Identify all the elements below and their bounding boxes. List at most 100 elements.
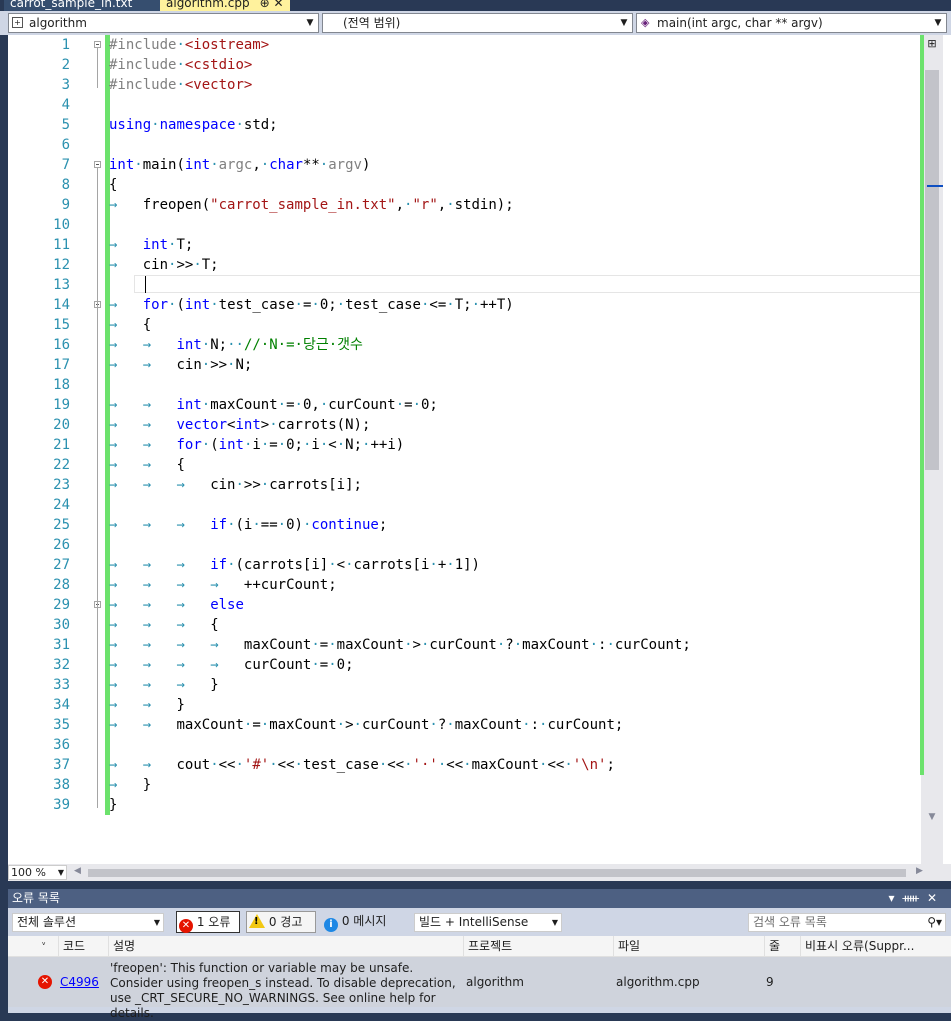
code-line[interactable]: → → → cin·>>·carrots[i];: [109, 475, 362, 495]
line-number: 7: [61, 157, 70, 173]
code-line[interactable]: → → {: [109, 455, 185, 475]
code-line[interactable]: → freopen("carrot_sample_in.txt",·"r",·s…: [109, 195, 514, 215]
line-number: 31: [53, 637, 70, 653]
line-number: 9: [61, 197, 70, 213]
build-filter-value: 빌드 + IntelliSense: [419, 915, 529, 929]
code-line[interactable]: → → maxCount·=·maxCount·>·curCount·?·max…: [109, 715, 623, 735]
line-number-gutter: 1 2 3 4 5 6 7 8 9 10 11 12 13 14 15 16 17 18 19 20 21 22 23 24 2…: [8, 35, 78, 864]
error-list-title: 오류 목록: [12, 891, 60, 905]
tab-carrot-sample-in[interactable]: carrot_sample_in.txt: [4, 0, 162, 11]
scroll-left-icon[interactable]: ◀: [74, 866, 81, 876]
code-line[interactable]: → → → else: [109, 595, 244, 615]
code-line[interactable]: → → for·(int·i·=·0;·i·<·N;·++i): [109, 435, 404, 455]
line-number: 25: [53, 517, 70, 533]
outline-region-line: [97, 608, 98, 688]
line-number: 14: [53, 297, 70, 313]
scroll-down-icon[interactable]: ▼: [924, 812, 940, 826]
error-icon: ✕: [38, 975, 52, 989]
column-label: 프로젝트: [468, 939, 513, 953]
column-file[interactable]: 파일: [613, 936, 768, 956]
code-line[interactable]: → → vector<int>·carrots(N);: [109, 415, 370, 435]
code-line[interactable]: using·namespace·std;: [109, 115, 278, 135]
code-line[interactable]: → → → if·(carrots[i]·<·carrots[i·+·1]): [109, 555, 480, 575]
line-number: 30: [53, 617, 70, 633]
code-line[interactable]: → int·T;: [109, 235, 193, 255]
code-line[interactable]: #include·<vector>: [109, 75, 252, 95]
scope-dropdown-value: (전역 범위): [343, 16, 401, 30]
code-line[interactable]: {: [109, 175, 117, 195]
code-line[interactable]: → → int·maxCount·=·0,·curCount·=·0;: [109, 395, 438, 415]
line-number: 39: [53, 797, 70, 813]
code-line[interactable]: → → cin·>>·N;: [109, 355, 252, 375]
column-code[interactable]: 코드: [58, 936, 109, 956]
error-search-input[interactable]: 검색 오류 목록 ⚲▾: [748, 913, 946, 932]
line-number: 18: [53, 377, 70, 393]
outline-region-line: [97, 308, 98, 788]
document-tabs: carrot_sample_in.txt algorithm.cpp ⊕ ✕: [0, 0, 951, 11]
scope-filter-dropdown[interactable]: 전체 솔루션 ▼: [12, 913, 164, 932]
code-line[interactable]: → → → → maxCount·=·maxCount·>·curCount·?…: [109, 635, 691, 655]
error-description: 'freopen': This function or variable may…: [110, 961, 456, 1020]
method-icon: ◈: [641, 16, 650, 29]
error-code-link[interactable]: C4996: [60, 975, 99, 989]
warnings-filter-button[interactable]: ! 0 경고: [246, 911, 316, 933]
build-filter-dropdown[interactable]: 빌드 + IntelliSense ▼: [414, 913, 562, 932]
collapse-region-icon[interactable]: [94, 41, 101, 48]
code-line[interactable]: int·main(int·argc,·char**·argv): [109, 155, 370, 175]
code-line[interactable]: }: [109, 795, 117, 815]
chevron-down-icon: ▼: [306, 18, 314, 28]
info-icon: i: [324, 918, 338, 932]
code-line[interactable]: → {: [109, 315, 151, 335]
code-line[interactable]: → → }: [109, 695, 185, 715]
project-dropdown[interactable]: + algorithm ▼: [8, 13, 319, 33]
code-line[interactable]: → cin·>>·T;: [109, 255, 219, 275]
column-description[interactable]: 설명: [108, 936, 463, 956]
code-line[interactable]: → → cout·<<·'#'·<<·test_case·<<·'·'·<<·m…: [109, 755, 615, 775]
code-line[interactable]: → }: [109, 775, 151, 795]
code-editor[interactable]: 1 2 3 4 5 6 7 8 9 10 11 12 13 14 15 16 17 18 19 20 21 22 23 24 2…: [8, 35, 951, 864]
code-line[interactable]: → → → {: [109, 615, 219, 635]
code-line[interactable]: → → → }: [109, 675, 219, 695]
messages-filter-button[interactable]: i 0 메시지: [322, 911, 398, 933]
line-number: 23: [53, 477, 70, 493]
code-line[interactable]: → → int·N;··//·N·=·당근·갯수: [109, 335, 363, 355]
close-icon[interactable]: ✕: [927, 891, 945, 905]
code-line[interactable]: → for·(int·test_case·=·0;·test_case·<=·T…: [109, 295, 514, 315]
close-icon[interactable]: ✕: [273, 0, 283, 10]
line-number: 6: [61, 137, 70, 153]
scope-dropdown[interactable]: (전역 범위) ▼: [322, 13, 633, 33]
code-line[interactable]: → → → if·(i·==·0)·continue;: [109, 515, 387, 535]
pin-icon[interactable]: ᚔ: [903, 891, 927, 905]
code-line[interactable]: #include·<cstdio>: [109, 55, 252, 75]
line-number: 35: [53, 717, 70, 733]
code-line[interactable]: → → → → ++curCount;: [109, 575, 337, 595]
column-line[interactable]: 줄: [764, 936, 801, 956]
zoom-dropdown[interactable]: 100 % ▼: [8, 865, 67, 880]
scrollbar-change-indicator: [920, 35, 924, 775]
line-number: 11: [53, 237, 70, 253]
line-number: 4: [61, 97, 70, 113]
scroll-right-icon[interactable]: ▶: [916, 866, 923, 876]
column-project[interactable]: 프로젝트: [463, 936, 612, 956]
sort-icon[interactable]: ᵛ: [38, 936, 56, 956]
line-number: 19: [53, 397, 70, 413]
pin-icon[interactable]: ⊕: [260, 0, 270, 10]
line-number: 22: [53, 457, 70, 473]
errors-filter-button[interactable]: ✕ 1 오류: [176, 911, 240, 933]
column-suppression[interactable]: 비표시 오류(Suppr...: [800, 936, 925, 956]
collapse-region-icon[interactable]: [94, 161, 101, 168]
error-row[interactable]: ✕ C4996 'freopen': This function or vari…: [8, 957, 951, 1020]
line-number: 26: [53, 537, 70, 553]
dropdown-icon[interactable]: ▾: [888, 891, 902, 905]
code-text-area[interactable]: #include·<iostream> #include·<cstdio> #inc…: [109, 35, 929, 864]
line-number: 17: [53, 357, 70, 373]
split-window-icon[interactable]: ⊞: [924, 37, 940, 51]
tab-algorithm-cpp[interactable]: algorithm.cpp ⊕ ✕: [160, 0, 290, 11]
code-line[interactable]: → → → → curCount·=·0;: [109, 655, 354, 675]
line-number: 1: [61, 37, 70, 53]
horizontal-scrollbar-thumb[interactable]: [88, 869, 906, 877]
column-label: 줄: [769, 939, 781, 953]
member-dropdown[interactable]: ◈ main(int argc, char ** argv) ▼: [636, 13, 947, 33]
vertical-scrollbar-thumb[interactable]: [925, 70, 939, 470]
code-line[interactable]: #include·<iostream>: [109, 35, 269, 55]
